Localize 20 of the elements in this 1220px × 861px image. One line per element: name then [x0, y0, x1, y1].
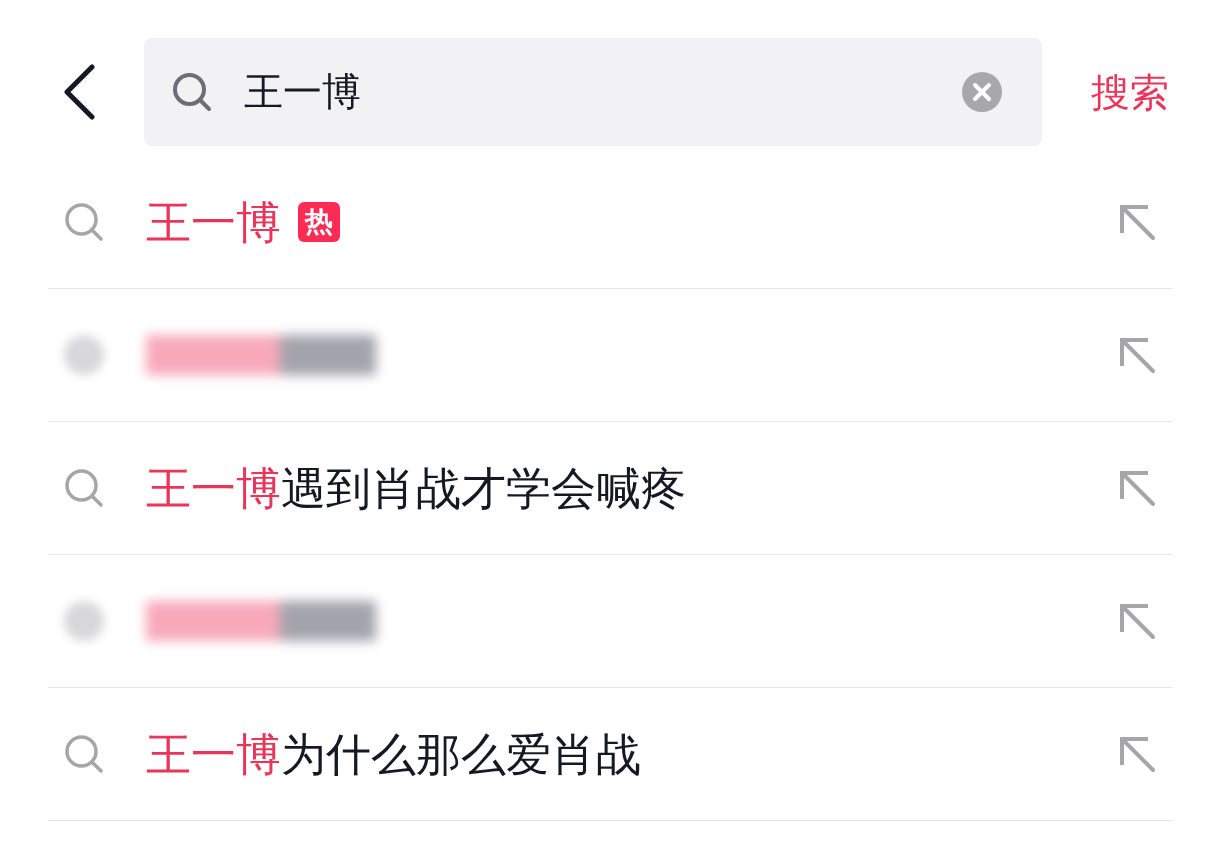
search-icon [64, 468, 104, 508]
back-chevron-icon [62, 64, 96, 120]
search-icon [64, 734, 104, 774]
arrow-up-left-icon[interactable] [1118, 336, 1156, 374]
search-icon [172, 72, 212, 112]
suggestion-text[interactable]: 王一博遇到肖战才学会喊疼 [146, 465, 686, 511]
arrow-up-left-icon[interactable] [1118, 469, 1156, 507]
arrow-up-left-icon[interactable] [1118, 602, 1156, 640]
clear-button[interactable] [962, 72, 1002, 112]
suggestion-text[interactable]: 王一博为什么那么爱肖战 [146, 731, 641, 777]
blurred-icon [64, 601, 104, 641]
clear-icon [962, 72, 1002, 112]
search-icon [64, 202, 104, 242]
blurred-icon [64, 335, 104, 375]
search-button[interactable]: 搜索 [1083, 38, 1177, 146]
hot-badge: 热 [298, 202, 340, 242]
arrow-up-left-icon[interactable] [1118, 735, 1156, 773]
arrow-up-left-icon[interactable] [1118, 203, 1156, 241]
suggestion-text[interactable]: 王一博 [146, 199, 281, 245]
search-field[interactable]: 王一博 [144, 38, 1042, 146]
